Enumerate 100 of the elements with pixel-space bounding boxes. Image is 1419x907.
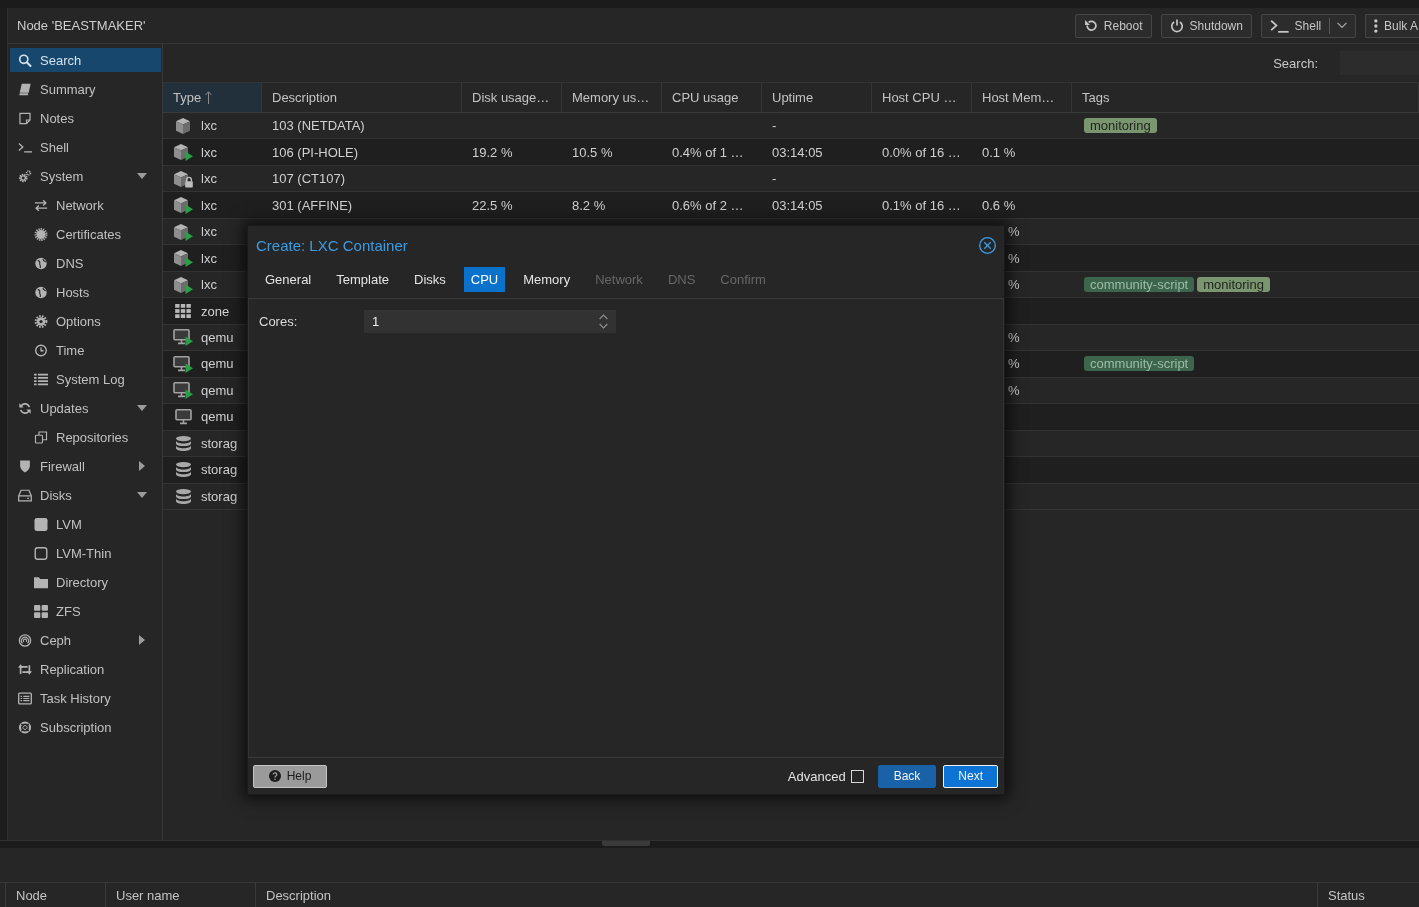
tab[interactable]: Template — [329, 267, 396, 292]
dialog-button[interactable]: Next — [943, 764, 998, 788]
sidebar-item[interactable]: System — [10, 164, 161, 188]
sidebar-item[interactable]: Shell — [10, 135, 161, 159]
close-icon[interactable] — [979, 237, 996, 254]
arrow-up-icon — [205, 91, 213, 104]
table-cell: lxc — [201, 277, 217, 293]
splitter-handle[interactable] — [602, 841, 650, 846]
table-cell: 8.2 % — [572, 197, 606, 213]
question-circle-icon — [268, 770, 281, 782]
table-cell: lxc — [201, 224, 217, 240]
sidebar-item[interactable]: Updates — [10, 396, 161, 420]
field-label: Cores: — [259, 314, 299, 329]
table-cell: lxc — [201, 250, 217, 266]
book-icon — [18, 82, 32, 96]
table-cell: 0.0% of 16 … — [882, 144, 961, 160]
table-cell: zone — [201, 303, 230, 319]
terminal-icon — [1269, 18, 1289, 33]
column-header[interactable]: Status — [1317, 883, 1419, 907]
tab[interactable]: Disks — [407, 267, 453, 292]
table-cell: 19.2 % — [472, 144, 513, 160]
copy-icon — [34, 430, 48, 444]
column-header[interactable]: CPU usage — [662, 83, 762, 112]
sidebar-item[interactable]: LVM-Thin — [10, 541, 161, 565]
number-field[interactable]: 1 — [364, 310, 616, 333]
table-cell: % — [1008, 277, 1020, 293]
tab[interactable]: CPU — [463, 267, 506, 292]
sidebar-item[interactable]: Disks — [10, 483, 161, 507]
exchange-arrows-icon — [34, 198, 48, 212]
advanced-checkbox[interactable] — [850, 769, 864, 783]
toolbar-button[interactable]: Shell — [1260, 13, 1357, 38]
hard-drive-icon — [18, 488, 32, 502]
table-cell: storag — [201, 488, 238, 504]
tab[interactable]: Memory — [516, 267, 578, 292]
list-icon — [34, 372, 48, 386]
table-cell: storag — [201, 435, 238, 451]
table-cell: lxc — [201, 197, 217, 213]
table-cell: 0.1 % — [982, 144, 1016, 160]
sidebar-item[interactable]: System Log — [10, 367, 161, 391]
advanced-label: Advanced — [787, 768, 846, 784]
toolbar-button[interactable]: Bulk A — [1365, 13, 1419, 38]
life-ring-icon — [18, 720, 32, 734]
column-header[interactable]: Description — [262, 83, 462, 112]
column-header[interactable]: Tags — [1072, 83, 1419, 112]
table-cell: 301 (AFFINE) — [272, 197, 353, 213]
table-cell: qemu — [201, 356, 234, 372]
sidebar-item[interactable]: Notes — [10, 106, 161, 130]
grid-icon — [34, 604, 48, 618]
toolbar-button[interactable]: Reboot — [1074, 13, 1152, 38]
sidebar-item[interactable]: Directory — [10, 570, 161, 594]
table-cell: % — [1008, 382, 1020, 398]
sidebar-item[interactable]: Certificates — [10, 222, 161, 246]
toolbar-button[interactable]: Shutdown — [1160, 13, 1252, 38]
table-cell: - — [772, 118, 777, 134]
sidebar-item[interactable]: Replication — [10, 657, 161, 681]
vertical-dots-icon — [1374, 18, 1378, 33]
square-icon — [34, 517, 48, 531]
tab[interactable]: General — [258, 267, 319, 292]
table-cell: qemu — [201, 382, 234, 398]
sidebar-item[interactable]: Ceph — [10, 628, 161, 652]
dialog-title: Create: LXC Container — [256, 237, 408, 254]
column-header[interactable]: Description — [255, 883, 1317, 907]
table-cell: 0.4% of 1 … — [672, 144, 744, 160]
rings-icon — [18, 633, 32, 647]
column-header[interactable]: Host Mem… — [972, 83, 1072, 112]
sidebar-item[interactable]: LVM — [10, 512, 161, 536]
repeat-arrows-icon — [18, 662, 32, 676]
database-icon — [175, 435, 191, 451]
badge-icon — [34, 227, 48, 241]
column-header[interactable]: Memory us… — [562, 83, 662, 112]
dialog-button[interactable]: Back — [877, 764, 937, 788]
table-cell: 106 (PI-HOLE) — [272, 144, 358, 160]
column-header[interactable]: Type — [163, 83, 262, 112]
grid-icon — [175, 304, 191, 318]
sidebar-item[interactable]: ZFS — [10, 599, 161, 623]
sidebar-item[interactable]: Subscription — [10, 715, 161, 739]
column-header[interactable]: Disk usage… — [462, 83, 562, 112]
sidebar-item[interactable]: Hosts — [10, 280, 161, 304]
sidebar-item[interactable]: Time — [10, 338, 161, 362]
sidebar-item[interactable]: DNS — [10, 251, 161, 275]
power-icon — [1169, 18, 1184, 33]
table-cell: % — [1008, 356, 1020, 372]
column-header[interactable]: Uptime — [762, 83, 872, 112]
help-button[interactable]: Help — [253, 764, 327, 788]
sidebar-item[interactable]: Search — [10, 48, 161, 72]
column-header[interactable]: Node — [5, 883, 105, 907]
column-header[interactable]: Host CPU … — [872, 83, 972, 112]
tag: community-script — [1084, 277, 1195, 293]
node-title: Node 'BEASTMAKER' — [17, 18, 147, 33]
globe-icon — [34, 256, 48, 270]
table-cell: storag — [201, 462, 238, 478]
sidebar-item[interactable]: Network — [10, 193, 161, 217]
sidebar-item[interactable]: Options — [10, 309, 161, 333]
database-icon — [175, 462, 191, 478]
sidebar-item[interactable]: Repositories — [10, 425, 161, 449]
column-header[interactable]: User name — [105, 883, 255, 907]
sidebar-item[interactable]: Task History — [10, 686, 161, 710]
sidebar-item[interactable]: Firewall — [10, 454, 161, 478]
sidebar-item[interactable]: Summary — [10, 77, 161, 101]
table-cell: 03:14:05 — [772, 144, 823, 160]
